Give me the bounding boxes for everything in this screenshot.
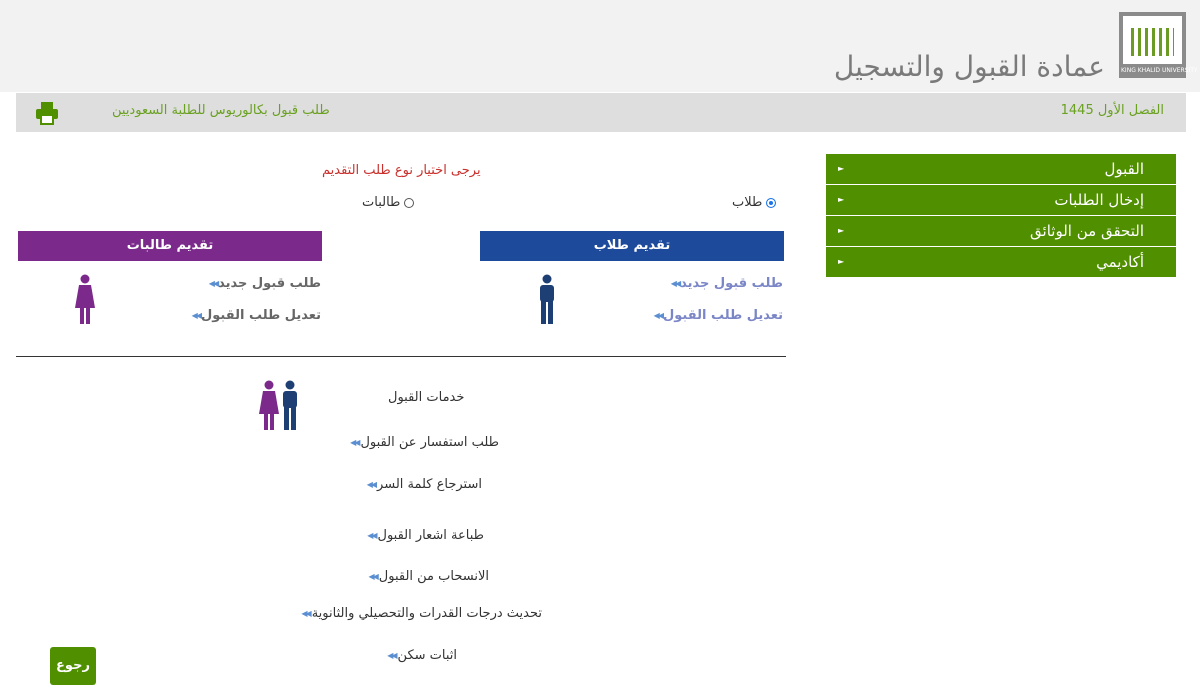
male-edit-application-link[interactable]: تعديل طلب القبول ◀◀: [654, 308, 783, 323]
application-type-prompt: يرجى اختيار نوع طلب التقديم: [322, 163, 481, 178]
double-arrow-icon: ◀◀: [653, 311, 664, 320]
sidebar-item-label: التحقق من الوثائق: [1030, 222, 1144, 240]
link-label: طلب قبول جديد: [680, 276, 783, 291]
sidebar-item-academic[interactable]: أكاديمي ►: [826, 247, 1176, 277]
service-residence-proof-link[interactable]: اثبات سكن ◀◀: [387, 648, 457, 663]
service-label: طباعة اشعار القبول: [377, 528, 484, 543]
back-button[interactable]: رجوع: [50, 647, 96, 685]
double-arrow-icon: ◀◀: [350, 438, 360, 447]
male-new-application-link[interactable]: طلب قبول جديد ◀◀: [671, 276, 783, 291]
service-update-scores-link[interactable]: تحديث درجات القدرات والتحصيلي والثانوية …: [301, 606, 542, 621]
university-logo[interactable]: KING KHALID UNIVERSITY: [1119, 12, 1198, 78]
double-arrow-icon: ◀◀: [368, 572, 378, 581]
caret-right-icon: ►: [838, 164, 845, 173]
female-new-application-link[interactable]: طلب قبول جديد ◀◀: [209, 276, 321, 291]
sidebar-item-applications-entry[interactable]: إدخال الطلبات ►: [826, 185, 1176, 215]
service-withdraw-link[interactable]: الانسحاب من القبول ◀◀: [368, 569, 489, 584]
male-figure-icon: [540, 274, 554, 324]
radio-male-label: طلاب: [732, 195, 763, 210]
printer-icon[interactable]: [35, 101, 59, 125]
service-label: طلب استفسار عن القبول: [360, 435, 499, 450]
double-arrow-icon: ◀◀: [208, 279, 219, 288]
service-label: الانسحاب من القبول: [378, 569, 489, 584]
double-arrow-icon: ◀◀: [387, 651, 397, 660]
sidebar-item-label: أكاديمي: [1096, 253, 1144, 271]
caret-right-icon: ►: [838, 195, 845, 204]
radio-female[interactable]: طالبات: [362, 195, 415, 210]
service-label: تحديث درجات القدرات والتحصيلي والثانوية: [311, 606, 542, 621]
sidebar-item-document-verification[interactable]: التحقق من الوثائق ►: [826, 216, 1176, 246]
couple-figure-icon: [259, 380, 297, 430]
link-label: تعديل طلب القبول: [200, 308, 321, 323]
semester-label: الفصل الأول 1445: [1060, 103, 1164, 118]
link-label: تعديل طلب القبول: [662, 308, 783, 323]
sidebar-menu: القبول ► إدخال الطلبات ► التحقق من الوثا…: [826, 154, 1176, 278]
sidebar-item-label: القبول: [1104, 160, 1145, 178]
female-panel-header: تقديم طالبات: [18, 231, 322, 261]
double-arrow-icon: ◀◀: [367, 531, 377, 540]
page-title: عمادة القبول والتسجيل: [833, 50, 1105, 83]
female-figure-icon: [75, 274, 95, 324]
female-edit-application-link[interactable]: تعديل طلب القبول ◀◀: [192, 308, 321, 323]
double-arrow-icon: ◀◀: [366, 480, 377, 489]
caret-right-icon: ►: [838, 257, 845, 266]
service-label: استرجاع كلمة السر: [377, 477, 482, 492]
service-print-notice-link[interactable]: طباعة اشعار القبول ◀◀: [367, 528, 484, 543]
double-arrow-icon: ◀◀: [191, 311, 202, 320]
male-panel-header: تقديم طلاب: [480, 231, 784, 261]
sidebar-item-admission[interactable]: القبول ►: [826, 154, 1176, 184]
logo-text: KING KHALID UNIVERSITY: [1121, 67, 1198, 74]
services-title: خدمات القبول: [388, 390, 465, 405]
service-password-recovery-link[interactable]: استرجاع كلمة السر ◀◀: [367, 477, 482, 492]
radio-button-selected[interactable]: [766, 197, 777, 208]
double-arrow-icon: ◀◀: [301, 609, 311, 618]
request-type-label: طلب قبول بكالوريوس للطلبة السعوديين: [112, 103, 330, 118]
service-label: اثبات سكن: [397, 648, 457, 663]
double-arrow-icon: ◀◀: [670, 279, 681, 288]
radio-button[interactable]: [404, 197, 415, 208]
service-inquiry-link[interactable]: طلب استفسار عن القبول ◀◀: [350, 435, 499, 450]
caret-right-icon: ►: [838, 226, 845, 235]
logo-calligraphy: [1131, 28, 1174, 56]
radio-female-label: طالبات: [362, 195, 401, 210]
section-divider: [16, 356, 786, 357]
sidebar-item-label: إدخال الطلبات: [1054, 191, 1144, 209]
radio-male[interactable]: طلاب: [732, 195, 777, 210]
logo-emblem: [1123, 16, 1182, 64]
link-label: طلب قبول جديد: [218, 276, 321, 291]
